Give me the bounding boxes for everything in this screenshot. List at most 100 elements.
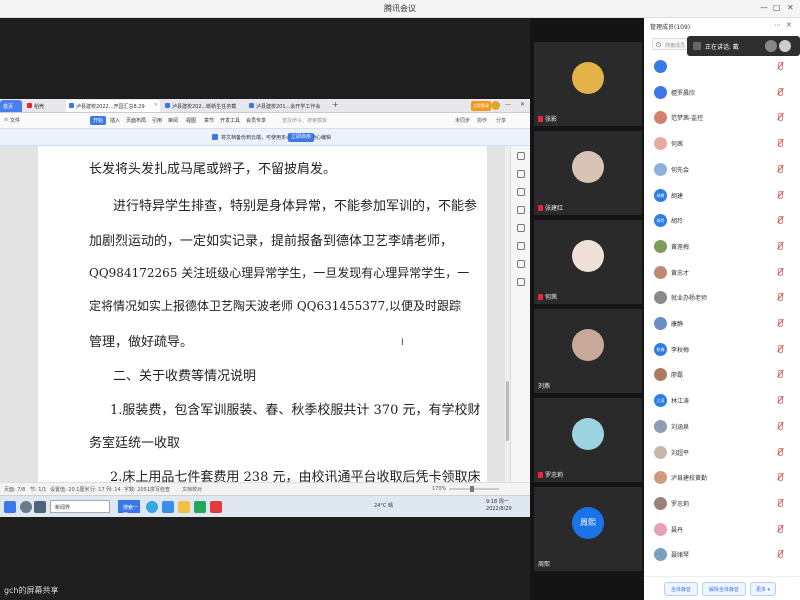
tab-home[interactable]: 首页 [0, 100, 22, 112]
muted-mic-icon[interactable] [777, 164, 783, 173]
menu-references[interactable]: 引用 [152, 117, 162, 124]
zoom-slider[interactable] [449, 488, 499, 490]
sync-status[interactable]: 未同步 [455, 117, 470, 124]
tab-doc-1[interactable]: 泸县建校2022...开园汇总8.29 ✕ [66, 100, 160, 112]
muted-mic-icon[interactable] [777, 87, 783, 96]
edge-icon[interactable] [162, 501, 174, 513]
menu-icon[interactable]: ≡ [4, 117, 8, 123]
tab-doc-2[interactable]: 泸县建校202...断新生任务截 [162, 100, 244, 112]
member-row[interactable]: 江涛 林江涛 [644, 392, 800, 410]
style-icon[interactable] [517, 206, 525, 214]
close-tab-icon[interactable]: ✕ [154, 102, 158, 108]
menu-file[interactable]: 文件 [10, 117, 20, 124]
muted-mic-icon[interactable] [777, 267, 783, 276]
tab-doc-3[interactable]: 泸县建校201...会开学工作会 [246, 100, 328, 112]
menu-chapter[interactable]: 章节 [204, 117, 214, 124]
member-row[interactable]: 就业办杨老师 [644, 289, 800, 307]
member-row[interactable]: 秋梅 李秋梅 [644, 341, 800, 359]
menu-home[interactable]: 开始 [90, 116, 107, 125]
muted-mic-icon[interactable] [777, 62, 783, 70]
status-doc-check[interactable]: 文档校对 [182, 486, 202, 493]
login-button[interactable]: 立即登录 [471, 101, 491, 111]
muted-mic-icon[interactable] [777, 113, 783, 122]
muted-mic-icon[interactable] [777, 498, 783, 507]
close-button[interactable]: ✕ [787, 3, 794, 12]
muted-mic-icon[interactable] [777, 473, 783, 482]
muted-mic-icon[interactable] [777, 524, 783, 533]
zoom-slider-knob[interactable] [470, 486, 474, 492]
muted-mic-icon[interactable] [777, 550, 783, 559]
member-row[interactable]: 何茜 [644, 135, 800, 153]
unmute-all-button[interactable]: 解除全体静音 [702, 582, 746, 596]
wps-icon[interactable] [210, 501, 222, 513]
member-row[interactable]: 胡建 胡建 [644, 187, 800, 205]
folder-icon[interactable] [178, 501, 190, 513]
taskbar-search[interactable]: 搜索一下 [118, 500, 140, 518]
pen-icon[interactable] [517, 152, 525, 160]
member-row[interactable]: 范梦茜-监控 [644, 109, 800, 127]
muted-mic-icon[interactable] [777, 319, 783, 327]
swap-icon[interactable] [517, 188, 525, 196]
menu-vip[interactable]: 会员专享 [246, 117, 266, 124]
new-tab-icon[interactable]: + [332, 100, 339, 109]
muted-mic-icon[interactable] [777, 293, 783, 302]
member-row[interactable]: 聂绪琴 [644, 546, 800, 564]
command-search[interactable]: 查找命令、搜索模板 [282, 117, 327, 124]
member-row[interactable]: 刘涵泉 [644, 418, 800, 436]
status-spell[interactable]: 拼写检查 [150, 486, 170, 493]
member-row[interactable]: 罗忠莉 [644, 495, 800, 513]
history-icon[interactable] [517, 224, 525, 232]
more-icon[interactable]: ⋯ [774, 21, 781, 29]
member-row[interactable]: 檀罗晨欣 [644, 84, 800, 102]
video-tile[interactable]: 张影 [534, 42, 642, 126]
video-tile[interactable]: 何茜 [534, 220, 642, 304]
avatar[interactable] [491, 101, 500, 110]
menu-view[interactable]: 视图 [186, 117, 196, 124]
video-tile[interactable]: 罗忠莉 [534, 398, 642, 482]
wechat-icon[interactable] [194, 501, 206, 513]
help-icon[interactable] [517, 260, 525, 268]
member-row[interactable]: 何先会 [644, 161, 800, 179]
more-button[interactable]: 更多 ▾ [750, 582, 776, 596]
menu-insert[interactable]: 插入 [110, 117, 120, 124]
search-icon[interactable] [20, 501, 32, 513]
muted-mic-icon[interactable] [777, 216, 783, 225]
muted-mic-icon[interactable] [777, 447, 783, 456]
muted-mic-icon[interactable] [777, 344, 783, 353]
menu-layout[interactable]: 页面布局 [126, 117, 146, 124]
member-row[interactable]: 泸县建校黄勤 [644, 469, 800, 487]
member-row[interactable]: 黄莲梅 [644, 238, 800, 256]
muted-mic-icon[interactable] [777, 421, 783, 430]
member-row[interactable]: 刘超平 [644, 444, 800, 462]
close-icon[interactable]: ✕ [520, 101, 525, 108]
location-icon[interactable] [517, 278, 525, 286]
share-icon[interactable] [517, 242, 525, 250]
member-row[interactable]: 康静 [644, 315, 800, 333]
member-row[interactable]: 聂丹 [644, 521, 800, 539]
member-row[interactable]: 廖磊 [644, 366, 800, 384]
minimize-button[interactable]: — [760, 3, 768, 12]
browser-icon[interactable] [146, 501, 158, 513]
muted-mic-icon[interactable] [777, 396, 783, 405]
menu-developer[interactable]: 开发工具 [220, 117, 240, 124]
member-row[interactable]: 黄忠才 [644, 264, 800, 282]
taskbar-news[interactable]: 新闻界 [50, 500, 110, 513]
windows-start-icon[interactable] [4, 501, 16, 513]
mute-all-button[interactable]: 全体静音 [664, 582, 698, 596]
muted-mic-icon[interactable] [777, 139, 783, 148]
close-panel-icon[interactable]: ✕ [786, 21, 792, 29]
enable-button[interactable]: 立即启用 [288, 133, 314, 142]
menu-review[interactable]: 审阅 [168, 117, 178, 124]
scroll-thumb[interactable] [506, 381, 509, 441]
collab-button[interactable]: 协作 [477, 117, 487, 124]
share-button[interactable]: 分享 [496, 117, 506, 124]
muted-mic-icon[interactable] [777, 190, 783, 199]
muted-mic-icon[interactable] [777, 370, 783, 379]
member-row[interactable] [644, 58, 800, 76]
minimize-icon[interactable]: — [505, 101, 511, 108]
task-view-icon[interactable] [34, 501, 46, 513]
tab-docer[interactable]: 稻壳 [24, 100, 64, 112]
zoom-level[interactable]: 170% [432, 486, 446, 492]
maximize-button[interactable]: □ [773, 3, 781, 12]
video-tile[interactable]: 刘燕 [534, 309, 642, 393]
